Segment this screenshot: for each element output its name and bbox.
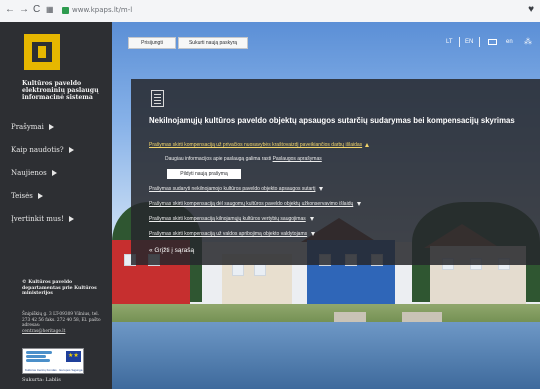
accordion-item-active[interactable]: Prašymas skirti kompensaciją už privačio…	[149, 142, 370, 148]
sitemap-icon[interactable]: ⁂	[524, 37, 532, 46]
accordion-item-label: Prašymas skirti kompensaciją kilnojamųjų…	[149, 216, 306, 222]
org-title: Kultūros paveldo elektroninių paslaugų i…	[22, 80, 99, 102]
nav-en[interactable]: en	[506, 37, 513, 47]
grid-icon[interactable]: ▦	[46, 4, 54, 16]
chevron-down-icon	[309, 216, 314, 221]
browser-toolbar: ← → C ▦ www.kpaps.lt/m-l ♥	[0, 0, 540, 23]
fill-new-request-button[interactable]: Pildyti naują prašymą	[167, 169, 241, 179]
chevron-right-icon	[51, 170, 57, 176]
footer-email-link[interactable]: centras@heritage.lt	[22, 329, 65, 334]
favorite-icon[interactable]: ♥	[528, 4, 534, 15]
service-panel: Nekilnojamųjų kultūros paveldo objektų a…	[131, 79, 540, 265]
kpd-logo[interactable]	[22, 32, 62, 72]
accordion-item[interactable]: Prašymas skirti kompensaciją už valdos a…	[149, 231, 316, 237]
chevron-up-icon	[365, 142, 370, 147]
lang-en[interactable]: EN	[465, 37, 473, 47]
lang-lt[interactable]: LT	[446, 37, 453, 47]
accordion-item[interactable]: Prašymas sudaryti nekilnojamojo kultūros…	[149, 186, 324, 192]
accordion-item[interactable]: Prašymas skirti kompensaciją dėl saugomų…	[149, 201, 362, 207]
footer-org: © Kultūros paveldo departamentas prie Ku…	[22, 280, 97, 297]
sidebar-item-prasymai[interactable]: Prašymai	[11, 116, 111, 139]
footer-address-text: Šnipiškių g. 3 LT-09309 Vilnius, tel. 27…	[22, 312, 101, 329]
sidebar-item-teises[interactable]: Teisės	[11, 185, 111, 208]
back-button[interactable]: ←	[5, 4, 15, 16]
mail-icon[interactable]	[488, 39, 497, 45]
eu-flag-icon: ★★	[66, 351, 81, 362]
footer-address: Šnipiškių g. 3 LT-09309 Vilnius, tel. 27…	[22, 312, 108, 334]
chevron-down-icon	[311, 231, 316, 236]
create-account-button[interactable]: Sukurti naują paskyrą	[178, 37, 248, 49]
sidebar-item-ivertinkit-mus[interactable]: Įvertinkit mus!	[11, 208, 111, 231]
sidebar-menu: Prašymai Kaip naudotis? Naujienos Teisės…	[11, 116, 111, 231]
back-to-list-link[interactable]: « Grįžti į sąrašą	[149, 247, 194, 254]
sidebar-item-label: Prašymai	[11, 123, 44, 131]
service-info: Daugiau informacijos apie paslaugą galim…	[165, 156, 322, 162]
eu-logo-text: Kultūros Centrų Fondas · Europos Sąjunga	[25, 368, 83, 372]
accordion-item[interactable]: Prašymas skirti kompensaciją kilnojamųjų…	[149, 216, 314, 222]
nav-separator	[459, 37, 460, 47]
created-by: Sukurta: Lablis	[22, 377, 61, 383]
url-text: www.kpaps.lt/m-l	[72, 6, 133, 14]
service-description-link[interactable]: Paslaugos aprašymas	[273, 156, 322, 162]
document-icon	[151, 90, 164, 107]
accordion-item-label: Prašymas skirti kompensaciją už privačio…	[149, 142, 363, 148]
accordion-item-label: Prašymas sudaryti nekilnojamojo kultūros…	[149, 186, 316, 192]
sidebar-item-label: Naujienos	[11, 169, 47, 177]
sidebar-item-label: Teisės	[11, 192, 33, 200]
accordion-item-label: Prašymas skirti kompensaciją už valdos a…	[149, 231, 308, 237]
login-button[interactable]: Prisijungti	[128, 37, 176, 49]
fund-logo-mark	[26, 351, 56, 363]
nav-separator	[479, 37, 480, 47]
chevron-right-icon	[37, 193, 43, 199]
chevron-down-icon	[319, 186, 324, 191]
lake	[112, 322, 540, 389]
forward-button[interactable]: →	[19, 4, 29, 16]
page-title: Nekilnojamųjų kultūros paveldo objektų a…	[149, 116, 515, 125]
chevron-down-icon	[357, 201, 362, 206]
sidebar-item-kaip-naudotis[interactable]: Kaip naudotis?	[11, 139, 111, 162]
lock-icon	[62, 6, 69, 14]
chevron-right-icon	[68, 216, 74, 222]
sidebar-item-label: Įvertinkit mus!	[11, 215, 64, 223]
eu-funding-logo[interactable]: ★★ Kultūros Centrų Fondas · Europos Sąju…	[22, 348, 84, 374]
sidebar-item-label: Kaip naudotis?	[11, 146, 64, 154]
service-info-text: Daugiau informacijos apie paslaugą galim…	[165, 156, 272, 162]
chevron-right-icon	[68, 147, 74, 153]
reload-button[interactable]: C	[33, 4, 40, 16]
chevron-right-icon	[48, 124, 54, 130]
sidebar: Kultūros paveldo elektroninių paslaugų i…	[0, 22, 112, 389]
address-bar[interactable]: www.kpaps.lt/m-l	[62, 3, 522, 17]
sidebar-item-naujienos[interactable]: Naujienos	[11, 162, 111, 185]
accordion-item-label: Prašymas skirti kompensaciją dėl saugomų…	[149, 201, 354, 207]
